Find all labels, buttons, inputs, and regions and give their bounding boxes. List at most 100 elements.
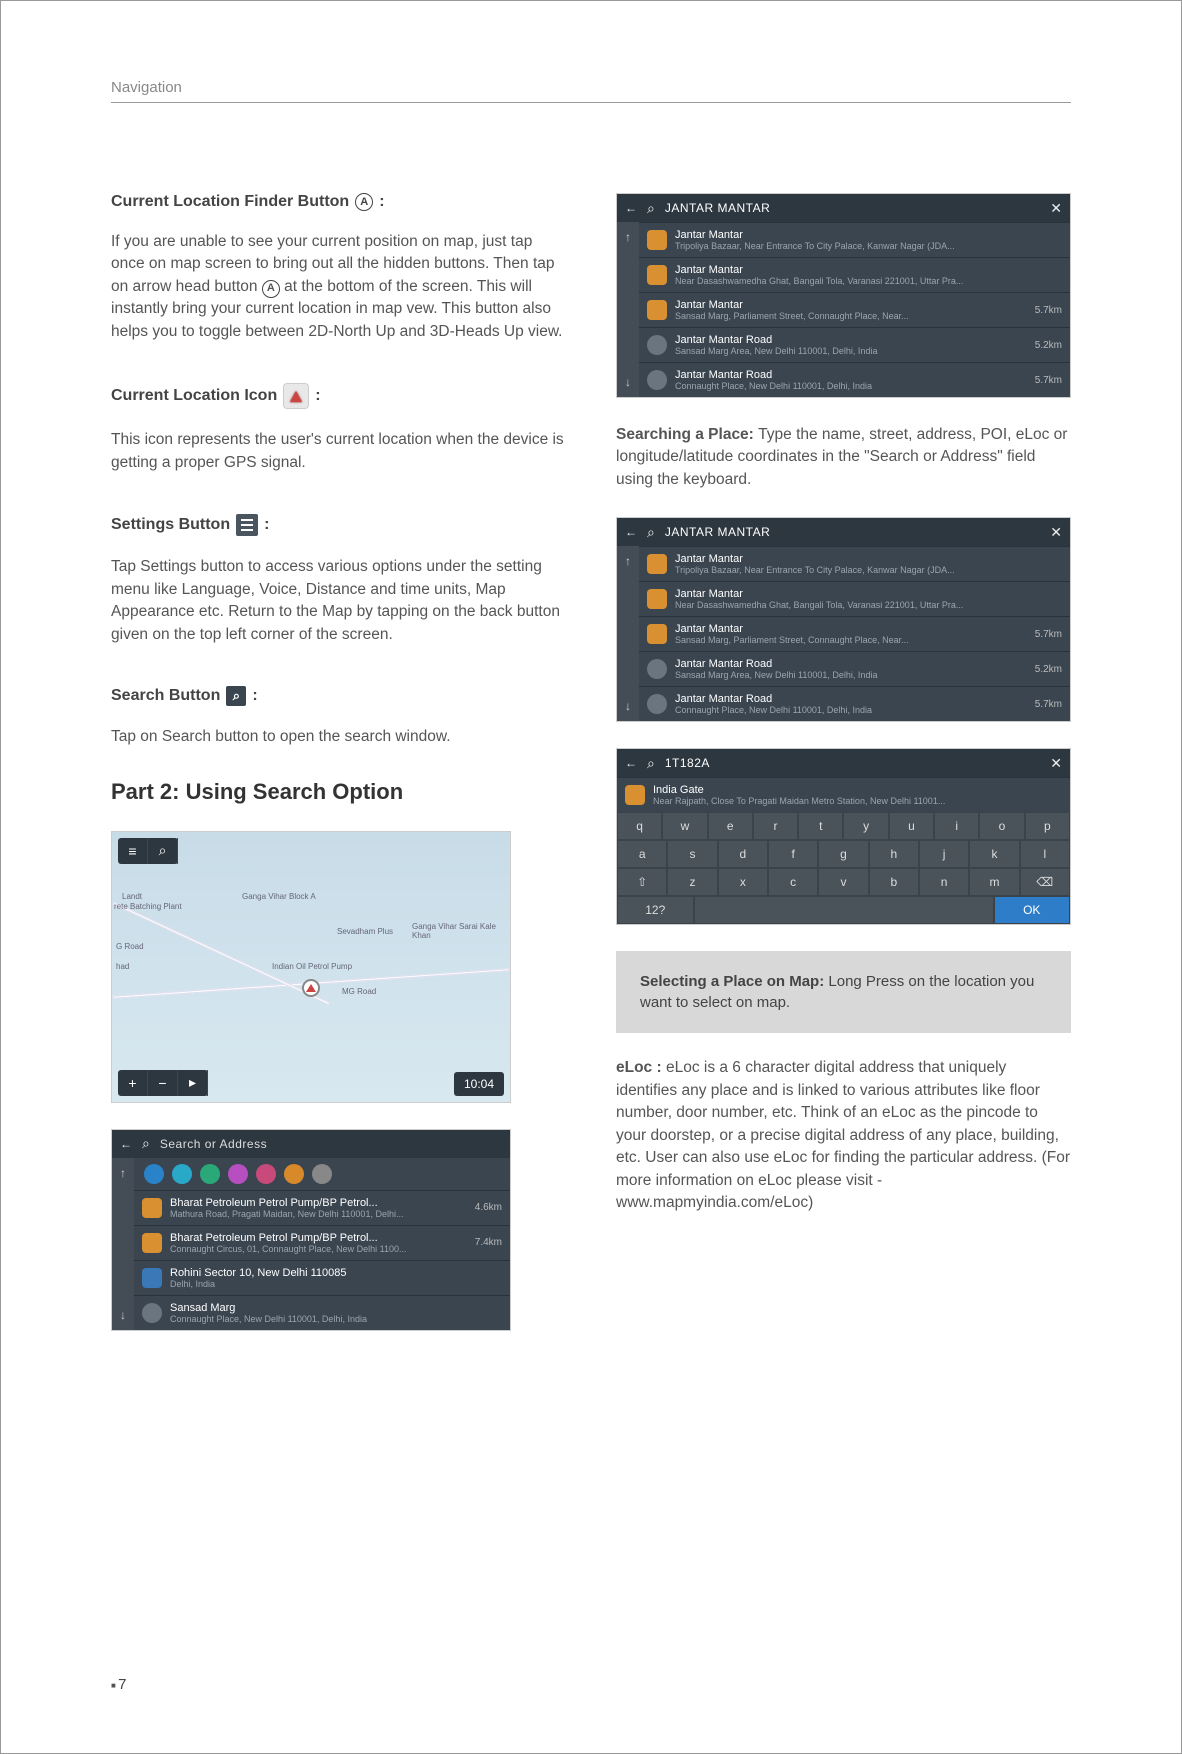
- back-icon[interactable]: ←: [625, 201, 637, 215]
- category-bar[interactable]: [134, 1158, 510, 1190]
- title-text: Current Location Icon: [111, 387, 277, 405]
- key[interactable]: y: [843, 812, 888, 840]
- poi-icon: [647, 265, 667, 285]
- category-icon[interactable]: [172, 1164, 192, 1184]
- list-item[interactable]: Jantar Mantar RoadConnaught Place, New D…: [639, 362, 1070, 397]
- category-icon[interactable]: [144, 1164, 164, 1184]
- list-item[interactable]: Jantar MantarTripoliya Bazaar, Near Entr…: [639, 222, 1070, 257]
- screenshot-eloc-keyboard: ← ⌕ 1T182A ✕ India Gate Near Rajpath, Cl…: [616, 748, 1071, 925]
- key[interactable]: w: [662, 812, 707, 840]
- category-icon[interactable]: [200, 1164, 220, 1184]
- key[interactable]: a: [617, 840, 667, 868]
- key[interactable]: c: [768, 868, 818, 896]
- zoom-out-icon: −: [148, 1070, 178, 1096]
- body-location-icon: This icon represents the user's current …: [111, 429, 566, 474]
- key[interactable]: u: [889, 812, 934, 840]
- key-123[interactable]: 12?: [617, 896, 694, 924]
- title-text: Settings Button: [111, 516, 230, 534]
- list-item[interactable]: Jantar Mantar RoadSansad Marg Area, New …: [639, 327, 1070, 362]
- search-icon: ⌕: [226, 686, 246, 706]
- poi-icon: [647, 554, 667, 574]
- list-item[interactable]: Jantar Mantar RoadConnaught Place, New D…: [639, 686, 1070, 721]
- map-top-buttons[interactable]: ≡⌕: [118, 838, 178, 864]
- key[interactable]: ⌫: [1020, 868, 1070, 896]
- body-location-finder: If you are unable to see your current po…: [111, 231, 566, 343]
- section-title-settings: Settings Button :: [111, 514, 566, 536]
- list-item[interactable]: Jantar MantarSansad Marg, Parliament Str…: [639, 292, 1070, 327]
- key[interactable]: p: [1025, 812, 1070, 840]
- key[interactable]: m: [969, 868, 1019, 896]
- key[interactable]: r: [753, 812, 798, 840]
- key[interactable]: v: [818, 868, 868, 896]
- list-item[interactable]: Jantar MantarTripoliya Bazaar, Near Entr…: [639, 546, 1070, 581]
- key[interactable]: j: [919, 840, 969, 868]
- category-icon[interactable]: [312, 1164, 332, 1184]
- clear-icon[interactable]: ✕: [1050, 755, 1062, 772]
- key[interactable]: x: [718, 868, 768, 896]
- back-icon[interactable]: ←: [625, 756, 637, 770]
- search-icon[interactable]: ⌕: [647, 524, 655, 541]
- list-item[interactable]: Sansad MargConnaught Place, New Delhi 11…: [134, 1295, 510, 1330]
- list-item[interactable]: Jantar MantarNear Dasashwamedha Ghat, Ba…: [639, 257, 1070, 292]
- poi-icon: [647, 589, 667, 609]
- key[interactable]: d: [718, 840, 768, 868]
- category-icon[interactable]: [284, 1164, 304, 1184]
- key[interactable]: k: [969, 840, 1019, 868]
- section-title-location-finder: Current Location Finder Button A :: [111, 193, 566, 211]
- search-icon[interactable]: ⌕: [142, 1135, 150, 1152]
- part-2-title: Part 2: Using Search Option: [111, 779, 566, 805]
- scroll-indicator: ↑↓: [617, 546, 639, 721]
- search-icon[interactable]: ⌕: [647, 200, 655, 217]
- screenshot-search-results-1: ← ⌕ JANTAR MANTAR ✕ ↑↓ Jantar MantarTrip…: [616, 193, 1071, 398]
- list-item[interactable]: Bharat Petroleum Petrol Pump/BP Petrol..…: [134, 1225, 510, 1260]
- keyboard[interactable]: qwertyuiop asdfghjkl ⇧zxcvbnm⌫ 12? OK: [617, 812, 1070, 924]
- search-placeholder[interactable]: Search or Address: [160, 1137, 502, 1151]
- category-icon[interactable]: [256, 1164, 276, 1184]
- list-item[interactable]: Jantar MantarNear Dasashwamedha Ghat, Ba…: [639, 581, 1070, 616]
- hamburger-icon: [236, 514, 258, 536]
- map-zoom-buttons[interactable]: +−▸: [118, 1070, 208, 1096]
- zoom-in-icon: +: [118, 1070, 148, 1096]
- key[interactable]: z: [667, 868, 717, 896]
- scroll-indicator: ↑↓: [617, 222, 639, 397]
- poi-icon: [647, 300, 667, 320]
- list-item[interactable]: Rohini Sector 10, New Delhi 110085Delhi,…: [134, 1260, 510, 1295]
- list-item[interactable]: India Gate Near Rajpath, Close To Pragat…: [617, 777, 1070, 812]
- key[interactable]: s: [667, 840, 717, 868]
- arrow-head-icon: A: [355, 193, 373, 211]
- clear-icon[interactable]: ✕: [1050, 524, 1062, 541]
- search-query[interactable]: JANTAR MANTAR: [665, 201, 1040, 215]
- clear-icon[interactable]: ✕: [1050, 200, 1062, 217]
- key[interactable]: l: [1020, 840, 1070, 868]
- poi-icon: [647, 230, 667, 250]
- searching-place-text: Searching a Place: Type the name, street…: [616, 424, 1071, 491]
- poi-icon: [625, 785, 645, 805]
- key[interactable]: f: [768, 840, 818, 868]
- list-item[interactable]: Jantar Mantar RoadSansad Marg Area, New …: [639, 651, 1070, 686]
- key[interactable]: g: [818, 840, 868, 868]
- key[interactable]: b: [869, 868, 919, 896]
- poi-icon: [647, 335, 667, 355]
- list-item[interactable]: Bharat Petroleum Petrol Pump/BP Petrol..…: [134, 1190, 510, 1225]
- play-icon: ▸: [178, 1070, 208, 1096]
- back-icon[interactable]: ←: [625, 525, 637, 539]
- key[interactable]: h: [869, 840, 919, 868]
- key-space[interactable]: [694, 896, 994, 924]
- key[interactable]: q: [617, 812, 662, 840]
- key-ok[interactable]: OK: [994, 896, 1071, 924]
- scroll-indicator: ↑↓: [112, 1158, 134, 1330]
- list-item[interactable]: Jantar MantarSansad Marg, Parliament Str…: [639, 616, 1070, 651]
- category-icon[interactable]: [228, 1164, 248, 1184]
- search-query[interactable]: JANTAR MANTAR: [665, 525, 1040, 539]
- title-text: Search Button: [111, 687, 220, 705]
- key[interactable]: n: [919, 868, 969, 896]
- poi-icon: [647, 370, 667, 390]
- key[interactable]: t: [798, 812, 843, 840]
- search-icon[interactable]: ⌕: [647, 755, 655, 772]
- back-icon[interactable]: ←: [120, 1137, 132, 1151]
- search-query[interactable]: 1T182A: [665, 756, 1040, 770]
- key[interactable]: e: [708, 812, 753, 840]
- key[interactable]: o: [979, 812, 1024, 840]
- key[interactable]: i: [934, 812, 979, 840]
- key[interactable]: ⇧: [617, 868, 667, 896]
